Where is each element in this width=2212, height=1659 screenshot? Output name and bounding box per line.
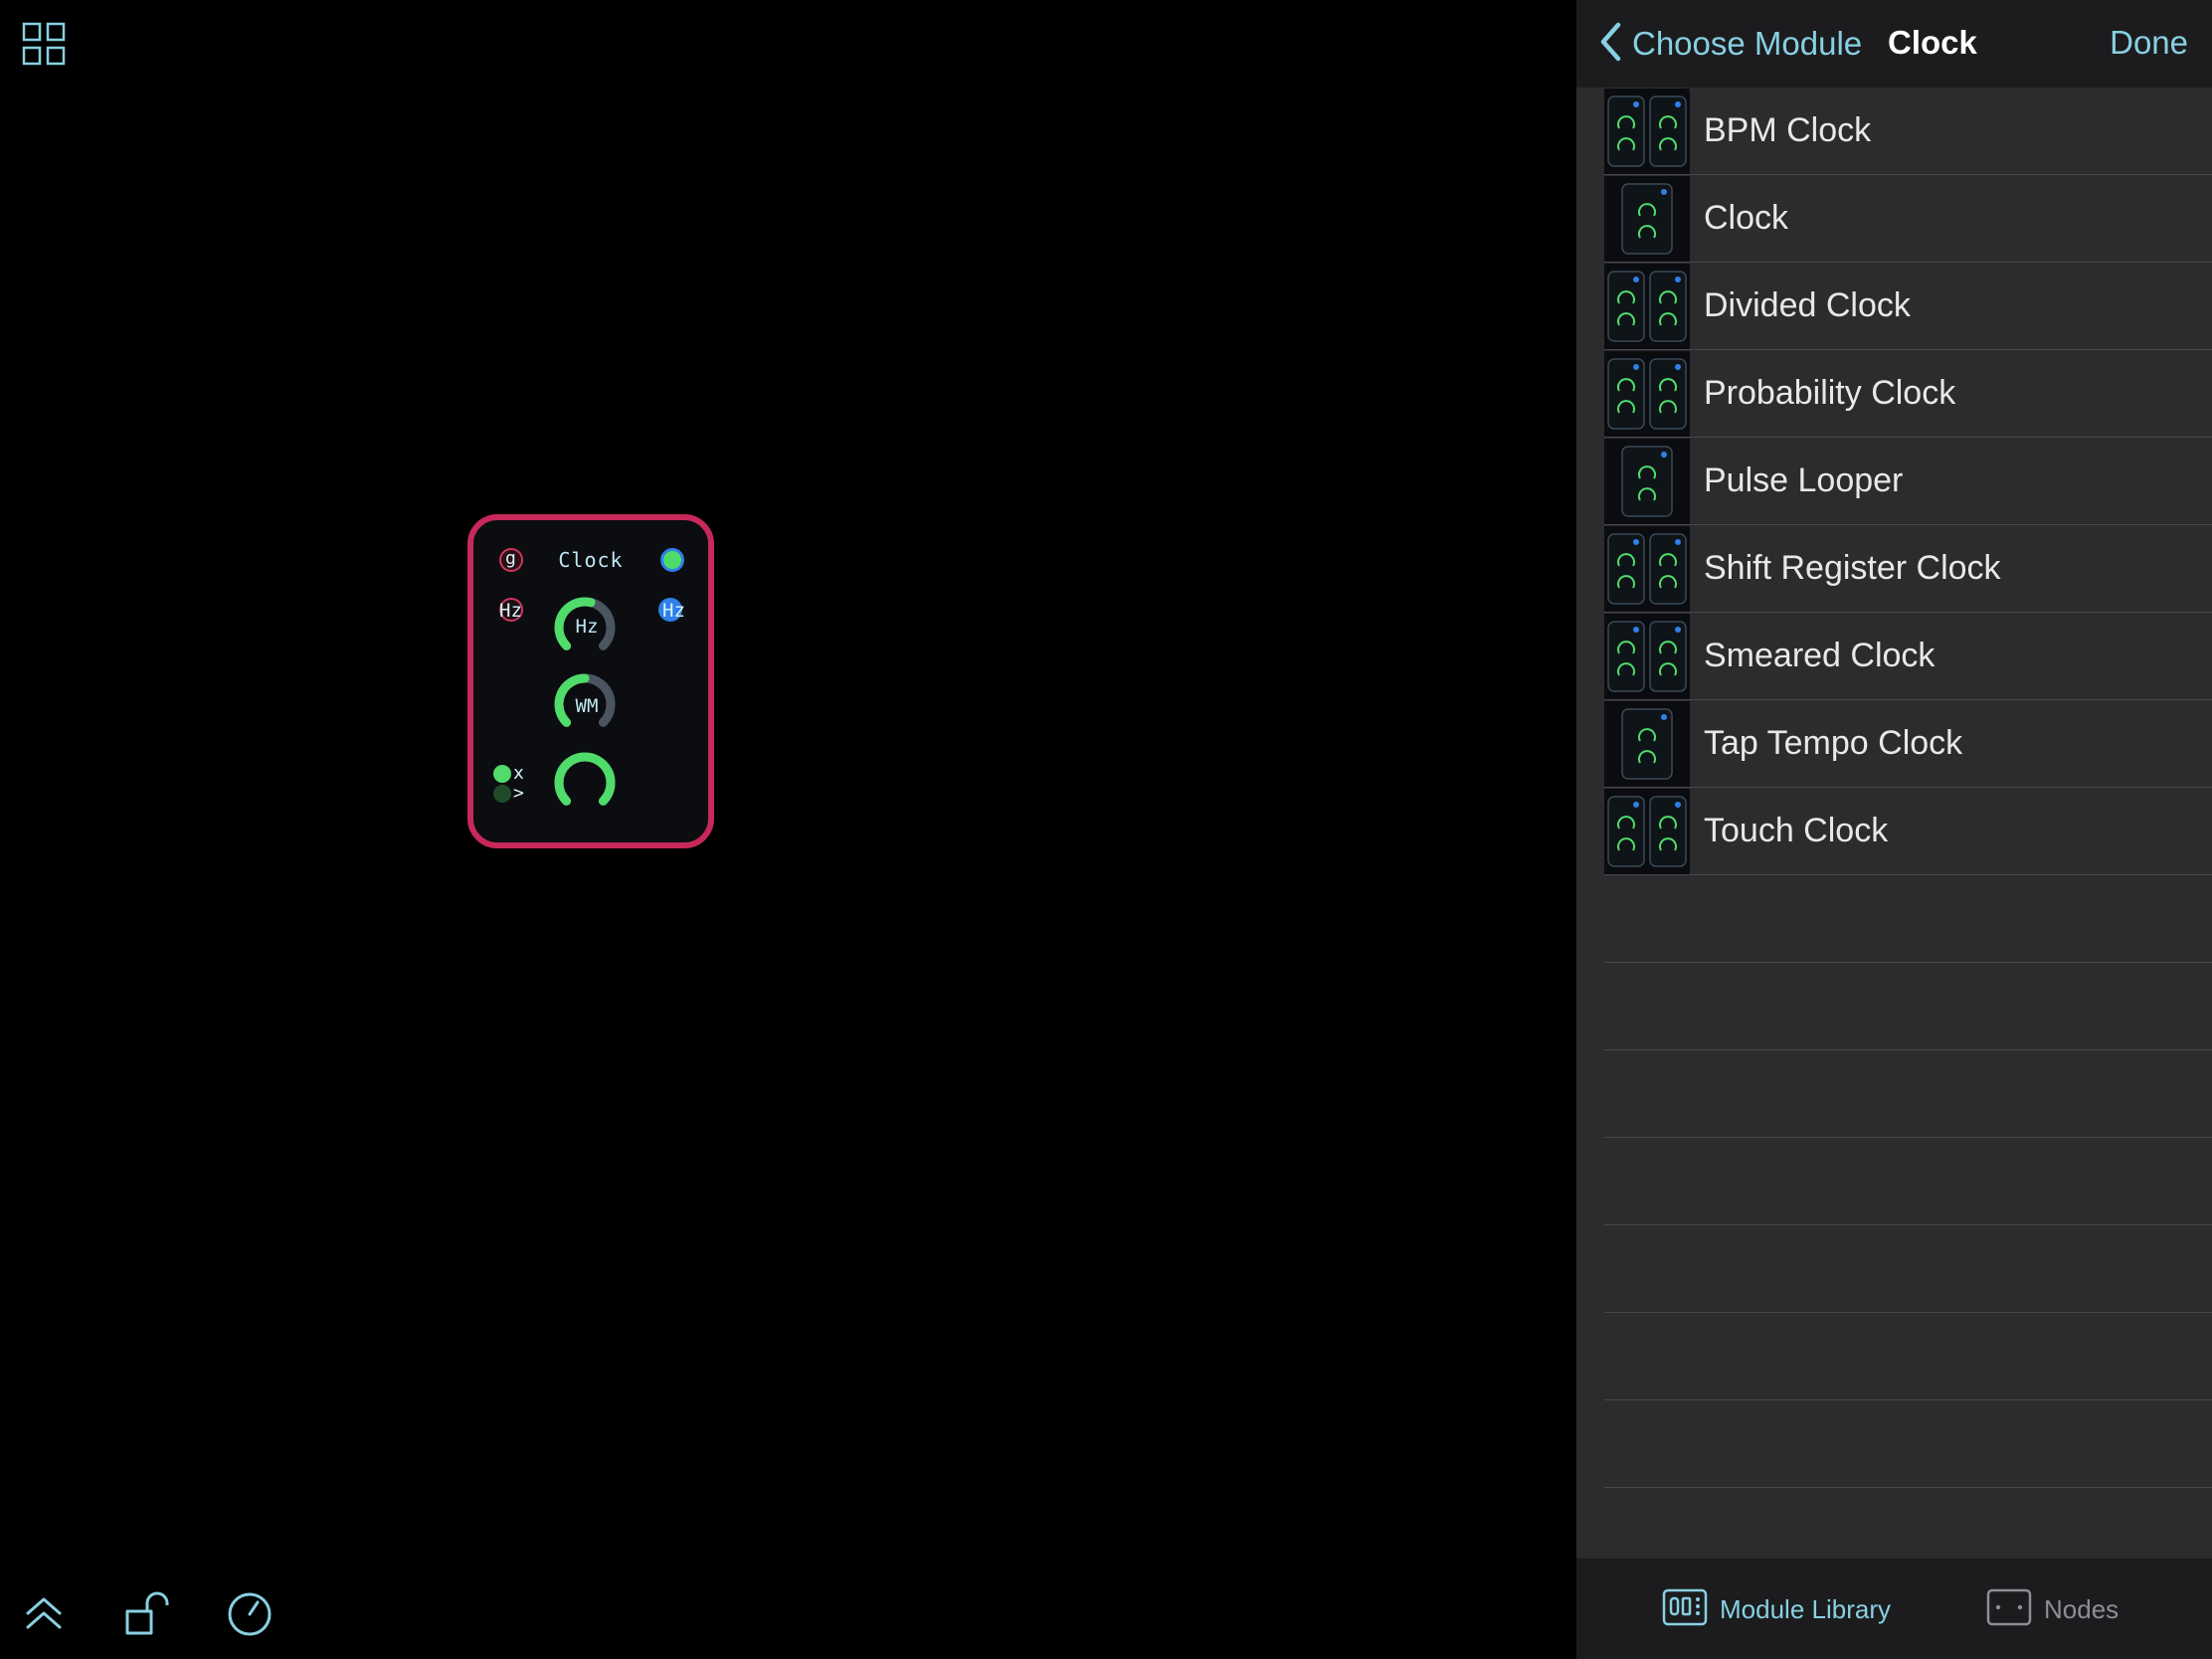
- empty-list-row: [1604, 963, 2212, 1050]
- module-library-icon: [1662, 1588, 1708, 1631]
- done-button[interactable]: Done: [2110, 24, 2188, 62]
- wm-knob-label: WM: [575, 695, 599, 717]
- list-item[interactable]: Shift Register Clock: [1604, 525, 2212, 613]
- nodes-icon: [1986, 1588, 2032, 1631]
- chevron-left-icon: [1598, 22, 1622, 67]
- list-item[interactable]: BPM Clock: [1604, 88, 2212, 175]
- list-item[interactable]: Smeared Clock: [1604, 613, 2212, 700]
- list-item[interactable]: Touch Clock: [1604, 788, 2212, 875]
- empty-list-row: [1604, 1138, 2212, 1225]
- clock-thumbnail: [1604, 175, 1690, 262]
- probability-clock-thumbnail: [1604, 350, 1690, 437]
- tab-nodes-label: Nodes: [2044, 1593, 2120, 1624]
- empty-list-row: [1604, 875, 2212, 963]
- list-item[interactable]: Probability Clock: [1604, 350, 2212, 438]
- led-active: [493, 765, 511, 783]
- list-item-label: Touch Clock: [1704, 812, 1889, 849]
- back-button-label: Choose Module: [1632, 25, 1863, 62]
- list-item-label: Divided Clock: [1704, 286, 1911, 324]
- smeared-clock-thumbnail: [1604, 613, 1690, 699]
- navigation-bar: Choose Module Clock Done: [1576, 0, 2212, 88]
- touch-clock-thumbnail: [1604, 788, 1690, 874]
- empty-list-row: [1604, 1050, 2212, 1138]
- pulse-looper-thumbnail: [1604, 438, 1690, 524]
- list-item-label: Clock: [1704, 199, 1789, 237]
- tab-module-library-label: Module Library: [1720, 1593, 1891, 1624]
- list-item-label: Tap Tempo Clock: [1704, 724, 1963, 762]
- unlock-icon[interactable]: [123, 1591, 169, 1637]
- list-item[interactable]: Tap Tempo Clock: [1604, 700, 2212, 788]
- tab-bar: Module Library Nodes: [1576, 1558, 2212, 1659]
- list-item-label: BPM Clock: [1704, 111, 1872, 149]
- shift-register-clock-thumbnail: [1604, 525, 1690, 612]
- list-item[interactable]: Clock: [1604, 175, 2212, 263]
- tab-nodes[interactable]: Nodes: [1986, 1559, 2119, 1659]
- module-chooser-panel: Choose Module Clock Done BPM Clock Clock D…: [1576, 0, 2212, 1659]
- led-active-label: x: [513, 763, 524, 784]
- list-item[interactable]: Pulse Looper: [1604, 438, 2212, 525]
- empty-list-row: [1604, 1225, 2212, 1313]
- nav-title: Clock: [1888, 24, 1977, 61]
- list-item[interactable]: Divided Clock: [1604, 263, 2212, 350]
- hz-knob-label: Hz: [575, 616, 599, 638]
- chevron-up-double-icon[interactable]: [24, 1595, 64, 1631]
- tab-module-library[interactable]: Module Library: [1662, 1559, 1891, 1659]
- empty-list-row: [1604, 1313, 2212, 1400]
- led-inactive-label: >: [513, 783, 524, 804]
- divided-clock-thumbnail: [1604, 263, 1690, 349]
- led-inactive: [493, 785, 511, 803]
- list-item-label: Probability Clock: [1704, 374, 1956, 412]
- module-list: BPM Clock Clock Divided Clock Probability C…: [1604, 88, 2212, 1575]
- bpm-clock-thumbnail: [1604, 88, 1690, 174]
- list-item-label: Smeared Clock: [1704, 637, 1936, 674]
- grid-icon[interactable]: [22, 22, 66, 66]
- list-item-label: Pulse Looper: [1704, 461, 1904, 499]
- tap-tempo-clock-thumbnail: [1604, 700, 1690, 787]
- clock-module-card[interactable]: Clock g Hz Hz Hz WM x >: [467, 514, 714, 848]
- list-item-label: Shift Register Clock: [1704, 549, 2001, 587]
- clock-icon[interactable]: [227, 1591, 273, 1637]
- empty-list-row: [1604, 1400, 2212, 1488]
- rate-knob[interactable]: [554, 752, 616, 806]
- patch-canvas[interactable]: Clock g Hz Hz Hz WM x >: [0, 0, 1576, 1659]
- back-button[interactable]: Choose Module: [1598, 18, 1862, 70]
